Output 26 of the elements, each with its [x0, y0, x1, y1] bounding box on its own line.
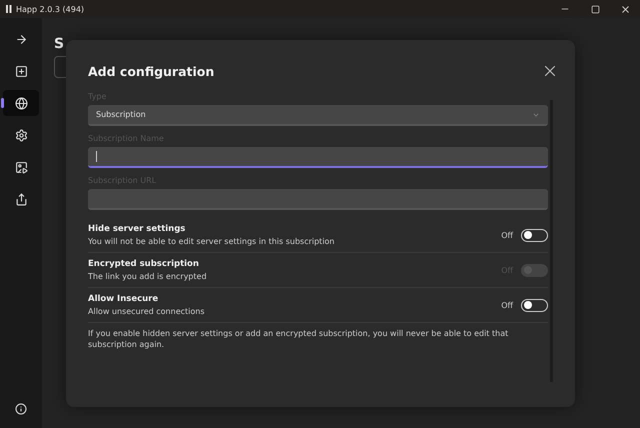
setting-title: Allow Insecure: [88, 294, 160, 304]
maximize-icon: [590, 4, 600, 14]
share-icon: [14, 192, 28, 206]
sidebar-item[interactable]: [3, 90, 39, 116]
info-icon: [15, 403, 27, 415]
window-title: Happ 2.0.3 (494): [16, 4, 84, 14]
arrow-right-icon: [14, 32, 28, 46]
picture-icon: [14, 160, 28, 174]
warning-note: If you enable hidden server settings or add an encrypted subscription, you will never be able to edit that subscription again.: [88, 329, 510, 351]
globe-icon: [14, 96, 28, 110]
setting-title: Encrypted subscription: [88, 259, 200, 269]
type-dropdown[interactable]: Subscription: [88, 105, 548, 126]
setting-description: Allow unsecured connections: [88, 307, 204, 316]
input-field[interactable]: [88, 147, 548, 168]
setting-description: The link you add is encrypted: [88, 272, 207, 281]
app-logo-icon: [6, 5, 12, 13]
dialog-title: Add configuration: [88, 64, 214, 78]
plus-square-icon: [14, 64, 28, 78]
setting-title: Hide server settings: [88, 224, 186, 234]
settings-icon: [14, 128, 28, 142]
input-field[interactable]: [88, 189, 548, 210]
toggle-state: Off: [501, 230, 513, 240]
close-icon: [620, 4, 630, 14]
setting-description: You will not be able to edit server settings in this subscription: [88, 237, 335, 246]
toggle-state: Off: [501, 300, 513, 310]
page-title: S: [54, 36, 64, 52]
